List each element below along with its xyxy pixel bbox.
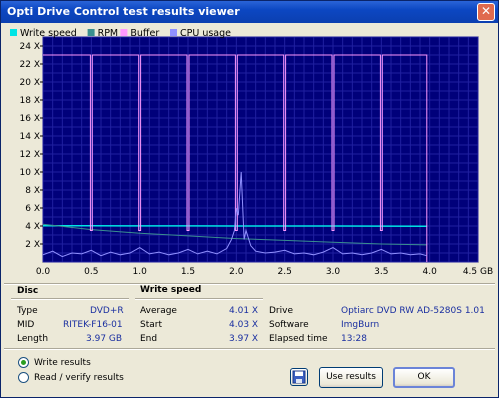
plot-background: [42, 36, 479, 263]
ok-button[interactable]: OK: [393, 367, 455, 388]
disc-mid-value: RITEK-F16-01: [63, 320, 123, 330]
x-tick-label: 2.5: [278, 267, 292, 277]
y-tick-label: 12 X: [20, 150, 40, 160]
y-tick-label: 4 X: [25, 222, 40, 232]
y-tick-label: 2 X: [25, 240, 40, 250]
window-title: Opti Drive Control test results viewer: [7, 5, 240, 18]
disc-title-underline: [11, 298, 129, 300]
divider-bottom: [4, 348, 495, 350]
legend-swatch: [170, 29, 177, 36]
write-speed-average-label: Average: [140, 306, 177, 316]
write-speed-average-value: 4.01 X: [229, 306, 259, 316]
x-tick-label: 3.0: [326, 267, 341, 277]
y-tick-label: 20 X: [20, 78, 40, 88]
write-speed-chart: 24 X 22 X 20 X 18 X 16 X 14 X 12 X 10 X 8 X 6 X 4 …: [10, 28, 493, 277]
write-speed-end-value: 3.97 X: [229, 334, 259, 344]
y-tick-label: 18 X: [20, 96, 40, 106]
y-tick-label: 8 X: [25, 186, 40, 196]
legend-swatch: [87, 29, 95, 36]
legend-swatch: [120, 29, 128, 36]
disc-type-value: DVD+R: [90, 306, 124, 316]
legend-label: Buffer: [130, 28, 159, 39]
x-tick-label: 2.0: [229, 267, 244, 277]
divider: [4, 283, 495, 285]
legend-label: CPU usage: [180, 28, 231, 39]
elapsed-time-value: 13:28: [341, 334, 367, 344]
y-tick-label: 6 X: [25, 204, 40, 214]
save-button[interactable]: [290, 368, 308, 386]
drive-value: Optiarc DVD RW AD-5280S 1.01: [341, 306, 485, 316]
software-label: Software: [269, 320, 309, 330]
x-tick-label: 1.5: [181, 267, 195, 277]
disc-mid-label: MID: [17, 320, 35, 330]
legend-label: RPM: [98, 28, 119, 39]
legend-swatch: [10, 29, 17, 36]
write-results-label[interactable]: Write results: [34, 358, 91, 368]
drive-label: Drive: [269, 306, 293, 316]
read-verify-results-label[interactable]: Read / verify results: [34, 373, 124, 383]
x-tick-label: 4.0: [423, 267, 438, 277]
app-window: Opti Drive Control test results viewer ✕…: [0, 0, 499, 398]
write-speed-start-label: Start: [140, 320, 162, 330]
write-speed-panel-title: Write speed: [140, 285, 202, 295]
chart-area: 24 X 22 X 20 X 18 X 16 X 14 X 12 X 10 X 8 X 6 X 4 …: [4, 24, 495, 282]
disc-length-value: 3.97 GB: [86, 334, 123, 344]
y-tick-label: 22 X: [20, 60, 40, 70]
x-tick-label: 3.5: [374, 267, 388, 277]
use-results-button[interactable]: Use results: [319, 367, 383, 388]
write-speed-end-label: End: [140, 334, 158, 344]
y-tick-label: 10 X: [20, 168, 40, 178]
disc-panel-title: Disc: [17, 286, 39, 296]
write-results-radio[interactable]: [18, 357, 29, 368]
x-tick-label: 0.0: [36, 267, 51, 277]
software-value: ImgBurn: [341, 320, 380, 330]
y-tick-label: 14 X: [20, 132, 40, 142]
read-verify-results-radio[interactable]: [18, 372, 29, 383]
legend-label: Write speed: [20, 28, 77, 39]
x-tick-label: 0.5: [84, 267, 98, 277]
title-bar[interactable]: Opti Drive Control test results viewer ✕: [1, 1, 498, 23]
write-speed-start-value: 4.03 X: [229, 320, 259, 330]
x-tick-label: 4.5 GB: [463, 267, 493, 277]
floppy-disk-icon: [292, 370, 306, 384]
disc-type-label: Type: [17, 306, 38, 316]
disc-length-label: Length: [17, 334, 49, 344]
x-tick-label: 1.0: [133, 267, 148, 277]
elapsed-time-label: Elapsed time: [269, 334, 328, 344]
y-tick-label: 16 X: [20, 114, 40, 124]
y-tick-label: 24 X: [20, 42, 40, 52]
write-speed-title-underline: [135, 298, 263, 300]
close-button[interactable]: ✕: [477, 3, 495, 21]
